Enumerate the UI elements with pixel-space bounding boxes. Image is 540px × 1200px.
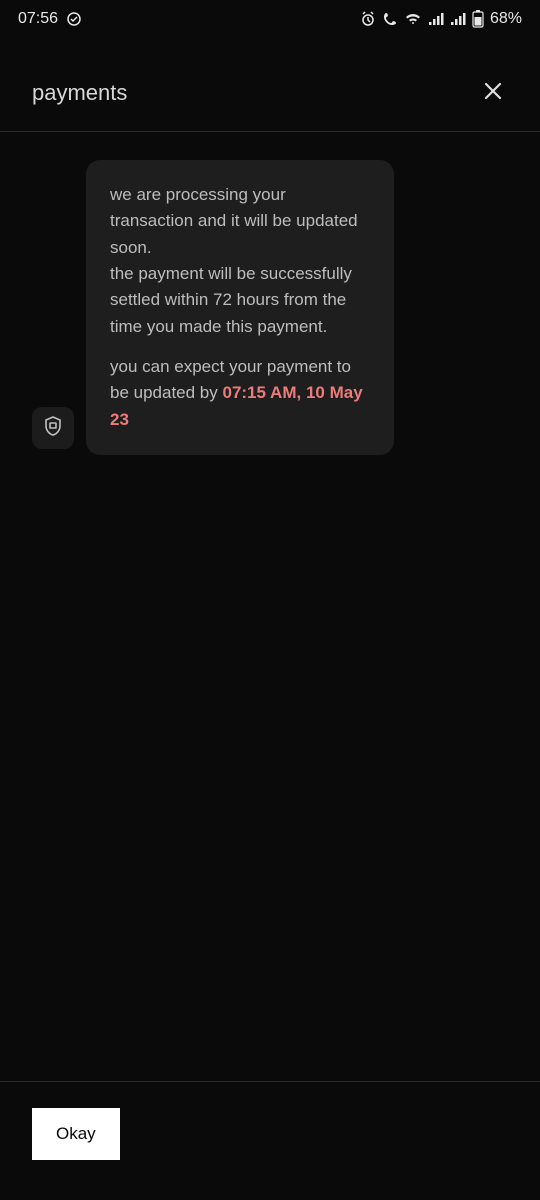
signal-icon-1 — [428, 12, 444, 26]
shield-icon — [41, 414, 65, 443]
content: we are processing your transaction and i… — [0, 132, 540, 1081]
wifi-icon — [404, 12, 422, 26]
close-button[interactable] — [478, 76, 508, 109]
footer: Okay — [0, 1081, 540, 1200]
okay-button[interactable]: Okay — [32, 1108, 120, 1160]
alarm-icon — [360, 11, 376, 27]
page-title: payments — [32, 80, 127, 106]
bot-avatar — [32, 407, 74, 449]
battery-percent: 68% — [490, 10, 522, 28]
message-line-2: the payment will be successfully settled… — [110, 264, 352, 336]
status-bar: 07:56 68% — [0, 0, 540, 38]
signal-icon-2 — [450, 12, 466, 26]
battery-icon — [472, 10, 484, 28]
message-line-1: we are processing your transaction and i… — [110, 185, 358, 257]
close-icon — [482, 90, 504, 105]
status-time: 07:56 — [18, 10, 58, 28]
call-icon — [382, 11, 398, 27]
header: payments — [0, 38, 540, 132]
app-icon — [66, 11, 82, 27]
